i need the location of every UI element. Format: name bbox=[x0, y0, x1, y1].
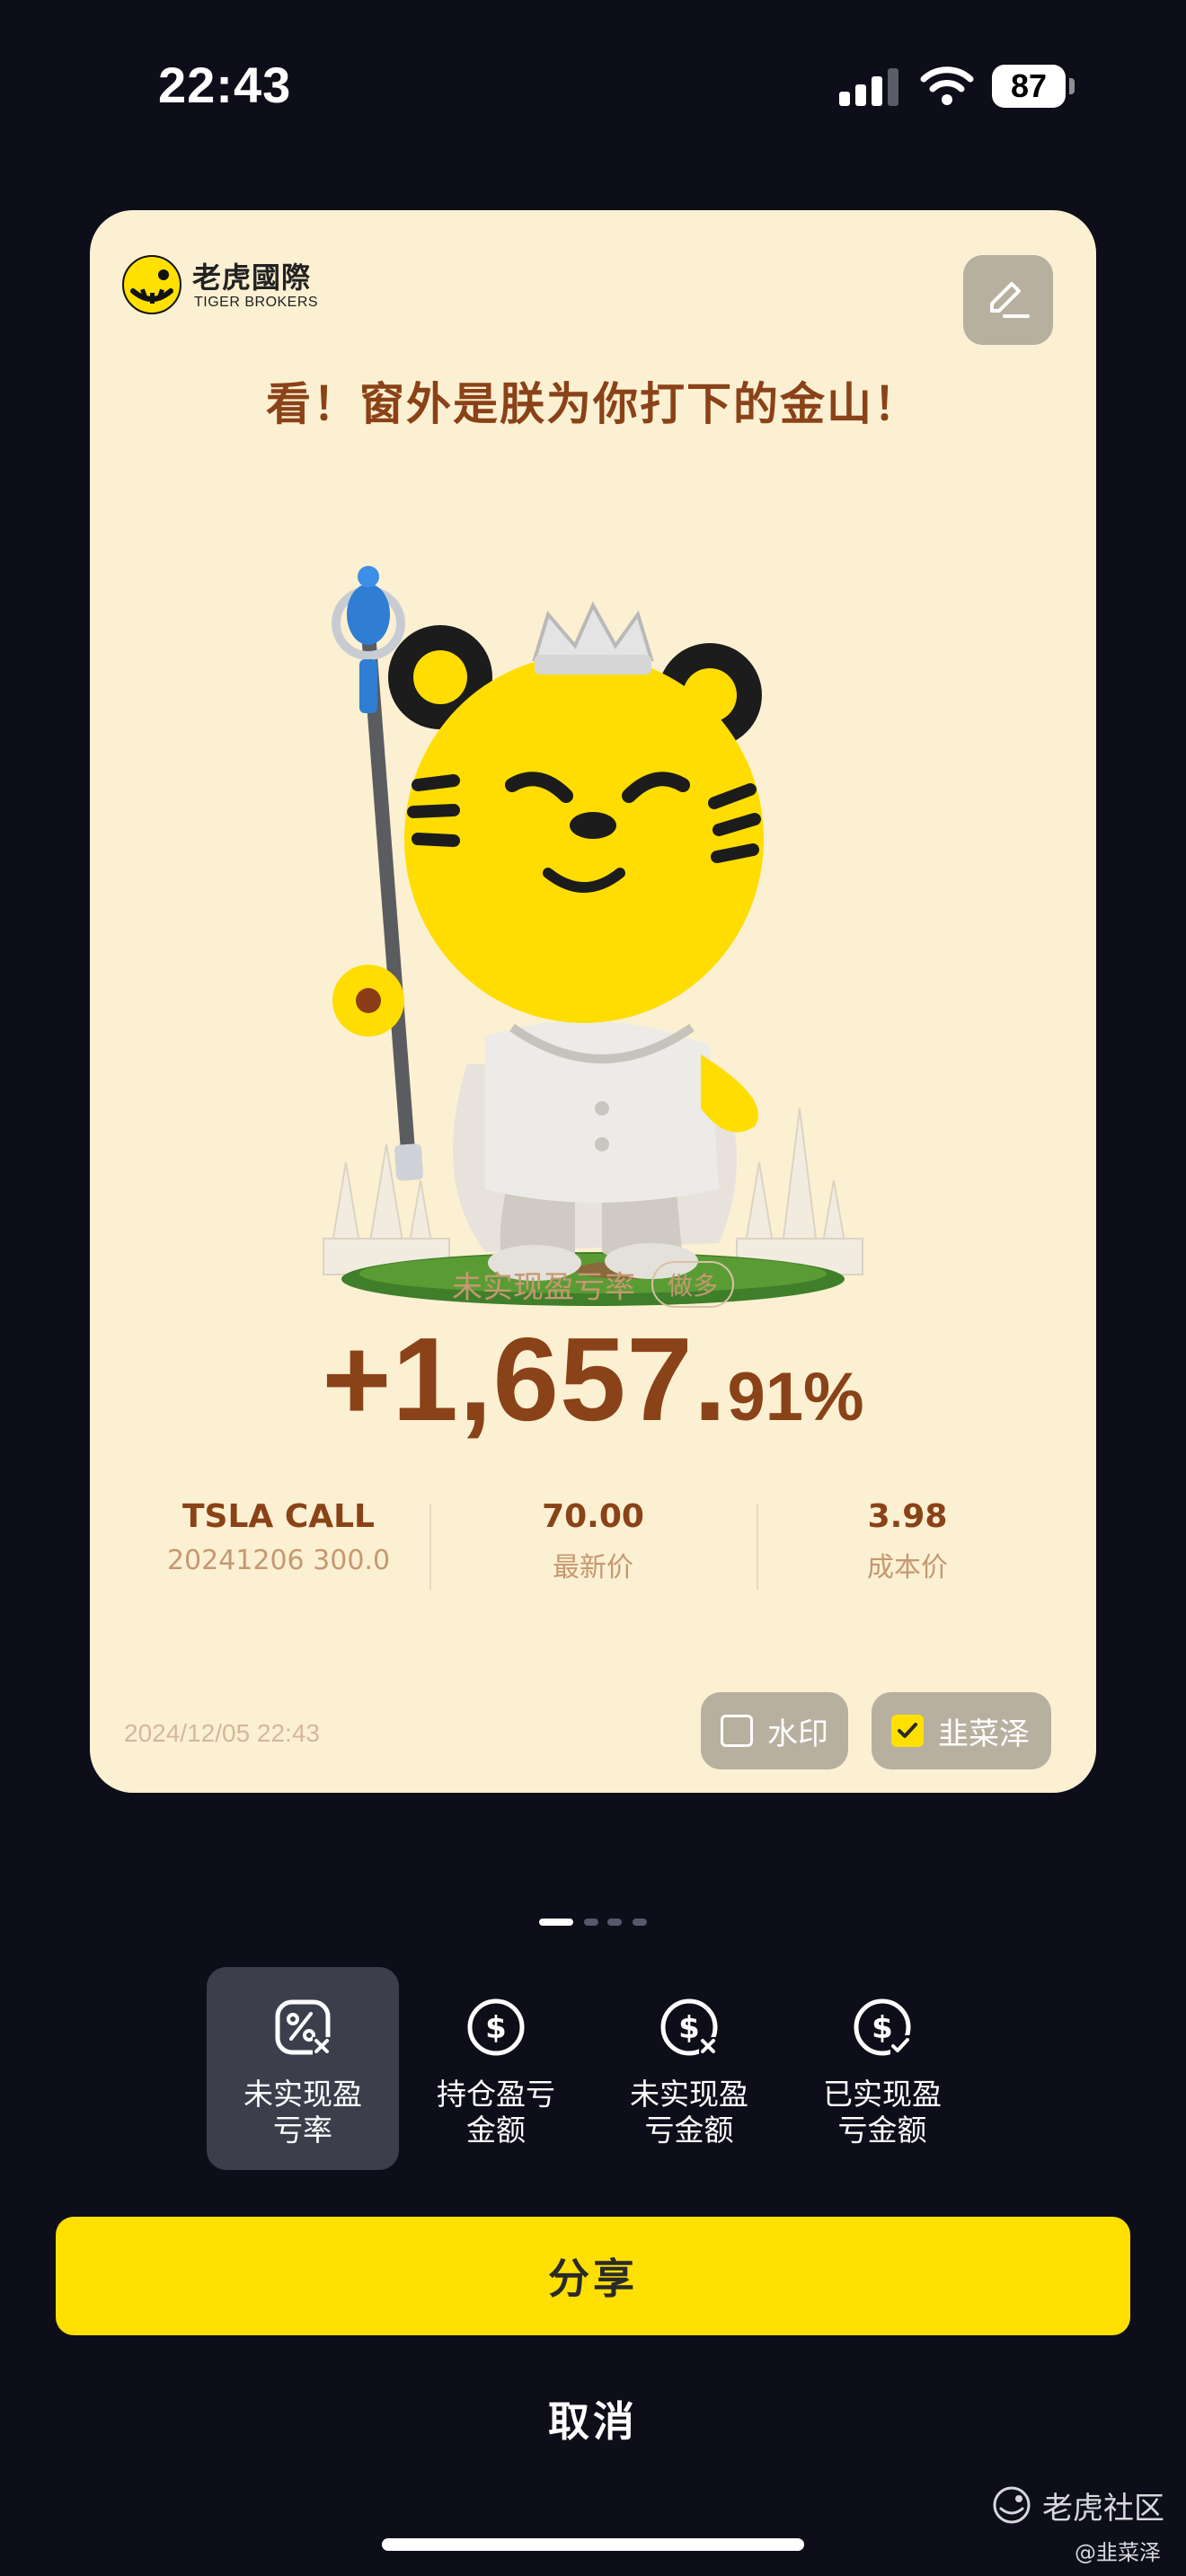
watermark-user: @韭菜泽 bbox=[1075, 2540, 1161, 2565]
cost-price: 3.98 成本价 bbox=[755, 1495, 1060, 1584]
wifi-icon bbox=[920, 66, 974, 105]
cancel-button[interactable]: 取消 bbox=[0, 2389, 1186, 2448]
page-dot bbox=[633, 1919, 647, 1926]
nickname-toggle-label: 韭菜泽 bbox=[938, 1716, 1030, 1752]
card-headline: 看！窗外是朕为你打下的金山！ bbox=[266, 378, 920, 430]
cellular-signal-icon bbox=[839, 68, 898, 106]
tiger-community-icon bbox=[993, 2486, 1031, 2524]
brand-name-en: TIGER BROKERS bbox=[194, 295, 319, 310]
community-watermark: 老虎社区 bbox=[992, 2483, 1164, 2527]
brand-name-cn: 老虎國際 bbox=[192, 260, 312, 295]
dollar-x-icon: $ bbox=[660, 1998, 719, 2057]
battery-level: 87 bbox=[1010, 67, 1048, 104]
latest-price: 70.00 最新价 bbox=[440, 1495, 746, 1584]
checkbox-checked-icon bbox=[891, 1715, 924, 1747]
latest-price-label: 最新价 bbox=[553, 1552, 633, 1584]
dollar-check-icon: $ bbox=[854, 1998, 912, 2057]
edit-icon bbox=[990, 282, 1030, 318]
page-dot bbox=[584, 1919, 598, 1926]
battery-indicator: 87 bbox=[992, 65, 1075, 108]
stats-divider bbox=[429, 1504, 431, 1590]
option-unrealized-pnl-rate[interactable]: 未实现盈 亏率 bbox=[207, 1967, 399, 2170]
contract-info: TSLA CALL 20241206 300.0 bbox=[126, 1495, 431, 1576]
option-label: 未实现盈 亏金额 bbox=[630, 2077, 748, 2148]
watermark-toggle-label: 水印 bbox=[767, 1716, 828, 1752]
option-label: 持仓盈亏 金额 bbox=[437, 2077, 555, 2148]
metric-label: 未实现盈亏率 bbox=[451, 1269, 635, 1306]
pnl-percentage-fraction: 91% bbox=[727, 1359, 864, 1435]
svg-text:$: $ bbox=[872, 2010, 893, 2046]
contract-details: 20241206 300.0 bbox=[166, 1545, 391, 1576]
option-label: 未实现盈 亏率 bbox=[243, 2077, 362, 2148]
dollar-icon: $ bbox=[467, 1998, 525, 2056]
option-label: 已实现盈 亏金额 bbox=[823, 2077, 942, 2148]
svg-text:$: $ bbox=[485, 2010, 507, 2046]
edit-button[interactable] bbox=[963, 255, 1053, 345]
cost-price-label: 成本价 bbox=[867, 1552, 948, 1584]
option-unrealized-pnl-amount[interactable]: $ 未实现盈 亏金额 bbox=[593, 1967, 785, 2170]
card-timestamp: 2024/12/05 22:43 bbox=[124, 1719, 320, 1747]
position-stats: TSLA CALL 20241206 300.0 70.00 最新价 3.98 … bbox=[126, 1495, 1060, 1620]
svg-text:$: $ bbox=[678, 2010, 700, 2046]
option-realized-pnl-amount[interactable]: $ 已实现盈 亏金额 bbox=[786, 1967, 978, 2170]
percent-icon bbox=[275, 1999, 332, 2057]
community-name: 老虎社区 bbox=[1042, 2490, 1164, 2527]
pnl-percentage: +1,657.91% bbox=[90, 1311, 1096, 1447]
metric-label-row: 未实现盈亏率 做多 bbox=[90, 1261, 1096, 1308]
latest-price-value: 70.00 bbox=[542, 1498, 644, 1535]
home-indicator[interactable] bbox=[382, 2538, 804, 2551]
page-dot-active bbox=[539, 1919, 573, 1926]
checkbox-unchecked-icon bbox=[721, 1715, 753, 1747]
page-dot bbox=[607, 1919, 622, 1926]
cost-price-value: 3.98 bbox=[867, 1498, 948, 1535]
share-button[interactable]: 分享 bbox=[56, 2217, 1130, 2335]
brand-logo: 老虎國際 TIGER BROKERS bbox=[122, 255, 356, 318]
pnl-percentage-main: +1,657. bbox=[322, 1313, 728, 1445]
contract-symbol: TSLA CALL bbox=[182, 1498, 375, 1535]
status-time: 22:43 bbox=[158, 57, 292, 113]
watermark-toggle[interactable]: 水印 bbox=[701, 1692, 848, 1769]
share-card: 老虎國際 TIGER BROKERS 看！窗外是朕为你打下的金山！ 未实现盈亏率… bbox=[90, 210, 1096, 1793]
nickname-toggle[interactable]: 韭菜泽 bbox=[872, 1692, 1051, 1769]
option-position-pnl-amount[interactable]: $ 持仓盈亏 金额 bbox=[400, 1967, 592, 2170]
tiger-logo-icon bbox=[122, 255, 181, 314]
direction-tag: 做多 bbox=[651, 1261, 734, 1308]
